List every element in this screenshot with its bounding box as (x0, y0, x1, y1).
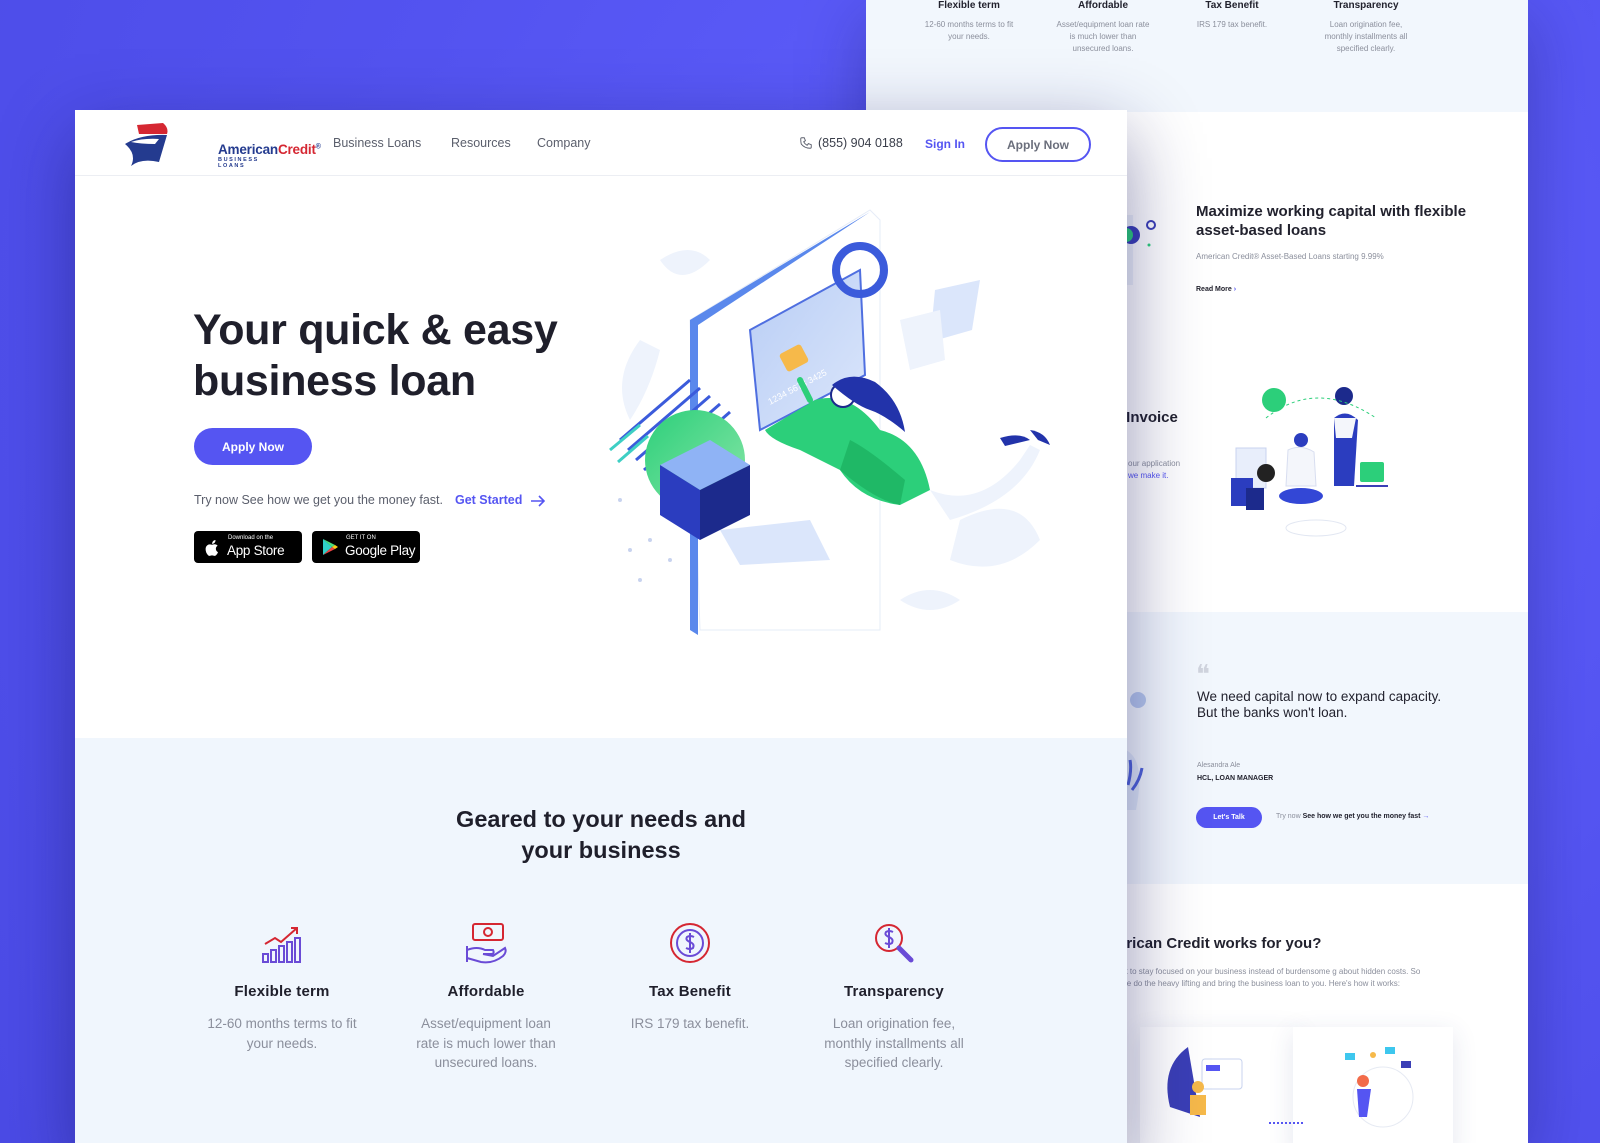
back-quote-text: We need capital now to expand capacity. … (1197, 689, 1442, 720)
nav-link-resources[interactable]: Resources (451, 136, 511, 150)
feature-card: Transparency Loan origination fee, month… (804, 920, 984, 1073)
brand-name: AmericanCredit® (218, 142, 321, 157)
back-feature-text: 12-60 months terms to fit your needs. (924, 20, 1014, 41)
sign-in-link[interactable]: Sign In (925, 137, 965, 151)
feature-title: Tax Benefit (649, 983, 731, 1000)
back-quote-author: Alesandra Ale (1197, 762, 1241, 769)
brand-logo[interactable]: AmericanCredit® BUSINESS LOANS (119, 122, 321, 169)
hero-apply-button[interactable]: Apply Now (194, 428, 312, 465)
phone-number[interactable]: (855) 904 0188 (818, 136, 903, 150)
back-feature-text: Loan origination fee, monthly installmen… (1324, 20, 1408, 53)
features-title: Geared to your needs and your business (75, 804, 1127, 866)
dollar-coin-icon (670, 923, 710, 963)
back-invoice-link[interactable]: we make it. (1128, 471, 1168, 480)
back-try-link[interactable]: See how we get you the money fast (1303, 813, 1421, 820)
back-feature-title: Tax Benefit (1205, 0, 1259, 11)
back-read-more-link[interactable]: Read More › (1196, 286, 1236, 293)
feature-text: Asset/equipment loan rate is much lower … (416, 1016, 556, 1070)
google-play-icon (323, 539, 338, 555)
feature-text: Loan origination fee, monthly installmen… (824, 1016, 964, 1070)
back-try-now: Try now See how we get you the money fas… (1276, 813, 1429, 820)
magnifier-dollar-icon (875, 924, 914, 963)
back-works-text: nt to stay focused on your business inst… (1121, 967, 1421, 988)
feature-card: Affordable Asset/equipment loan rate is … (396, 920, 576, 1073)
google-play-small-label: GET IT ON (346, 535, 376, 541)
back-lets-talk-button[interactable]: Let's Talk (1196, 807, 1262, 828)
feature-title: Flexible term (234, 983, 330, 1000)
back-feature: Tax Benefit IRS 179 tax benefit. (1167, 0, 1297, 31)
back-feature: Affordable Asset/equipment loan rate is … (1038, 0, 1168, 55)
brand-tagline: BUSINESS LOANS (218, 157, 259, 169)
back-read-more-label: Read More (1196, 286, 1232, 293)
feature-title: Transparency (844, 983, 944, 1000)
chevron-right-icon: › (1233, 286, 1237, 293)
back-dots-connector (1269, 1122, 1305, 1124)
app-store-label: App Store (227, 543, 285, 558)
feature-title: Affordable (447, 983, 525, 1000)
back-feature: Flexible term 12-60 months terms to fit … (904, 0, 1034, 43)
back-step-card (1293, 1027, 1453, 1143)
features-title-text: Geared to your needs and your business (456, 806, 746, 863)
cash-in-hand-icon (466, 923, 507, 964)
front-page: AmericanCredit® BUSINESS LOANS Business … (75, 110, 1127, 1143)
quote-mark-icon: ❝ (1196, 660, 1210, 690)
back-feature-text: Asset/equipment loan rate is much lower … (1056, 20, 1150, 53)
feature-card: Tax Benefit IRS 179 tax benefit. (600, 920, 780, 1034)
back-feature-title: Flexible term (938, 0, 1000, 11)
google-play-label: Google Play (345, 543, 416, 558)
back-team-illustration (1231, 387, 1388, 537)
app-store-badge[interactable]: Download on the App Store (194, 531, 302, 563)
back-invoice-title: /Invoice (1122, 409, 1178, 426)
apple-icon (205, 540, 218, 556)
back-asset-sub: American Credit® Asset-Based Loans start… (1196, 252, 1384, 261)
feature-text: 12-60 months terms to fit your needs. (207, 1016, 357, 1051)
back-feature: Transparency Loan origination fee, month… (1301, 0, 1431, 55)
hero-title: Your quick & easy business loan (193, 306, 558, 405)
nav-apply-button[interactable]: Apply Now (985, 127, 1091, 162)
back-step-illustration (1345, 1047, 1414, 1128)
back-feature-title: Affordable (1078, 0, 1128, 11)
back-invoice-text: our application (1128, 459, 1181, 468)
flag-logo-icon (125, 123, 168, 166)
back-quote-role: HCL, LOAN MANAGER (1197, 775, 1274, 782)
arrow-right-icon: → (1422, 813, 1430, 820)
hero-illustration: 1234 5678 3425 (609, 209, 1050, 635)
app-store-small-label: Download on the (228, 535, 274, 541)
back-try-prefix: Try now (1276, 813, 1301, 820)
back-feature-text: IRS 179 tax benefit. (1196, 20, 1268, 29)
feature-text: IRS 179 tax benefit. (630, 1016, 750, 1031)
phone-icon (800, 137, 812, 149)
top-nav: AmericanCredit® BUSINESS LOANS Business … (75, 110, 1127, 176)
back-works-title: erican Credit works for you? (1118, 935, 1322, 952)
back-feature-title: Transparency (1333, 0, 1399, 11)
nav-link-business-loans[interactable]: Business Loans (333, 136, 421, 150)
feature-card: Flexible term 12-60 months terms to fit … (192, 920, 372, 1053)
get-started-link[interactable]: Get Started (455, 493, 522, 507)
bar-chart-growth-icon (262, 927, 301, 963)
google-play-badge[interactable]: GET IT ON Google Play (312, 531, 420, 563)
back-asset-illustration (1121, 215, 1156, 285)
arrow-right-icon (531, 495, 546, 507)
hero-try-text: Try now See how we get you the money fas… (194, 493, 443, 507)
back-asset-title: Maximize working capital with flexible a… (1196, 203, 1467, 239)
nav-link-company[interactable]: Company (537, 136, 591, 150)
